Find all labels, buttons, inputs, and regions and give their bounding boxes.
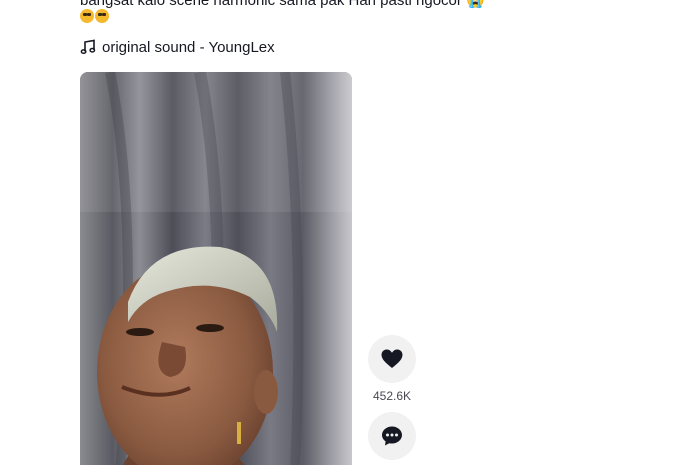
video-frame <box>80 72 352 465</box>
video-player[interactable] <box>80 72 352 465</box>
sound-link[interactable]: original sound - YoungLex <box>80 37 275 57</box>
like-count: 452.6K <box>372 389 412 403</box>
comment-button[interactable] <box>368 412 416 460</box>
music-note-icon <box>80 39 96 55</box>
post-caption: bangsat kalo scene harmonic sama pak Har… <box>80 0 485 9</box>
weeping-face-emoji-icon <box>80 9 94 23</box>
comment-icon <box>382 426 402 446</box>
tiktok-video-post: bangsat kalo scene harmonic sama pak Har… <box>0 0 700 465</box>
caption-emoji-row <box>80 9 109 27</box>
like-button[interactable] <box>368 335 416 383</box>
weeping-face-emoji-icon <box>95 9 109 23</box>
heart-icon <box>381 349 403 368</box>
sound-label: original sound - YoungLex <box>102 38 275 56</box>
